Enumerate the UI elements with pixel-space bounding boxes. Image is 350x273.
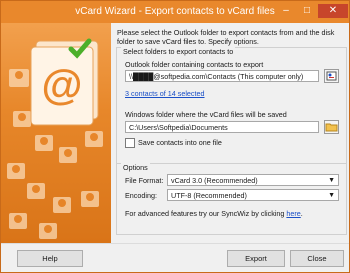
title-bar[interactable]: vCard Wizard - Export contacts to vCard … bbox=[1, 1, 349, 23]
export-folders-group: Select folders to export contacts to Out… bbox=[116, 47, 347, 171]
file-format-label: File Format: bbox=[125, 176, 164, 185]
save-one-file-label[interactable]: Save contacts into one file bbox=[138, 138, 222, 147]
export-folders-legend: Select folders to export contacts to bbox=[121, 47, 236, 56]
advanced-features-text: For advanced features try our SyncWiz by… bbox=[125, 209, 303, 218]
maximize-button[interactable]: □ bbox=[297, 4, 317, 18]
chevron-down-icon: ▼ bbox=[328, 177, 335, 184]
encoding-select[interactable]: UTF-8 (Recommended) ▼ bbox=[167, 189, 339, 201]
save-one-file-checkbox[interactable] bbox=[125, 138, 135, 148]
wizard-side-banner: @ bbox=[1, 23, 111, 243]
vcard-wizard-window: vCard Wizard - Export contacts to vCard … bbox=[0, 0, 350, 273]
folder-icon bbox=[325, 123, 338, 132]
svg-text:@: @ bbox=[42, 61, 83, 108]
advanced-features-label: For advanced features try our SyncWiz by… bbox=[125, 209, 285, 218]
windows-folder-field[interactable]: C:\Users\Softpedia\Documents bbox=[125, 121, 319, 133]
minimize-button[interactable]: – bbox=[276, 4, 296, 18]
help-button[interactable]: Help bbox=[17, 250, 83, 267]
close-button[interactable]: Close bbox=[290, 250, 344, 267]
outlook-folder-browse-button[interactable] bbox=[324, 69, 339, 83]
wizard-content: Please select the Outlook folder to expo… bbox=[111, 23, 349, 243]
instructions-text: Please select the Outlook folder to expo… bbox=[117, 28, 335, 46]
button-bar: Help Export Close bbox=[1, 243, 349, 272]
selected-contacts-link[interactable]: 3 contacts of 14 selected bbox=[125, 89, 205, 98]
windows-folder-label: Windows folder where the vCard files wil… bbox=[125, 110, 287, 119]
file-format-select[interactable]: vCard 3.0 (Recommended) ▼ bbox=[167, 174, 339, 186]
export-button[interactable]: Export bbox=[227, 250, 285, 267]
syncwiz-here-link[interactable]: here bbox=[286, 209, 300, 218]
encoding-value: UTF-8 (Recommended) bbox=[171, 191, 247, 200]
close-window-button[interactable]: ✕ bbox=[318, 4, 348, 18]
contacts-illustration-icon: @ bbox=[7, 38, 103, 239]
encoding-label: Encoding: bbox=[125, 191, 157, 200]
chevron-down-icon: ▼ bbox=[328, 192, 335, 199]
options-legend: Options bbox=[121, 163, 150, 172]
outlook-folder-field[interactable]: \\████@softpedia.com\Contacts (This comp… bbox=[125, 70, 319, 82]
windows-folder-browse-button[interactable] bbox=[324, 120, 339, 134]
contact-card-icon bbox=[326, 71, 337, 81]
options-group: Options File Format: vCard 3.0 (Recommen… bbox=[116, 163, 347, 235]
advanced-features-period: . bbox=[300, 209, 303, 218]
outlook-folder-label: Outlook folder containing contacts to ex… bbox=[125, 60, 264, 69]
file-format-value: vCard 3.0 (Recommended) bbox=[171, 176, 258, 185]
